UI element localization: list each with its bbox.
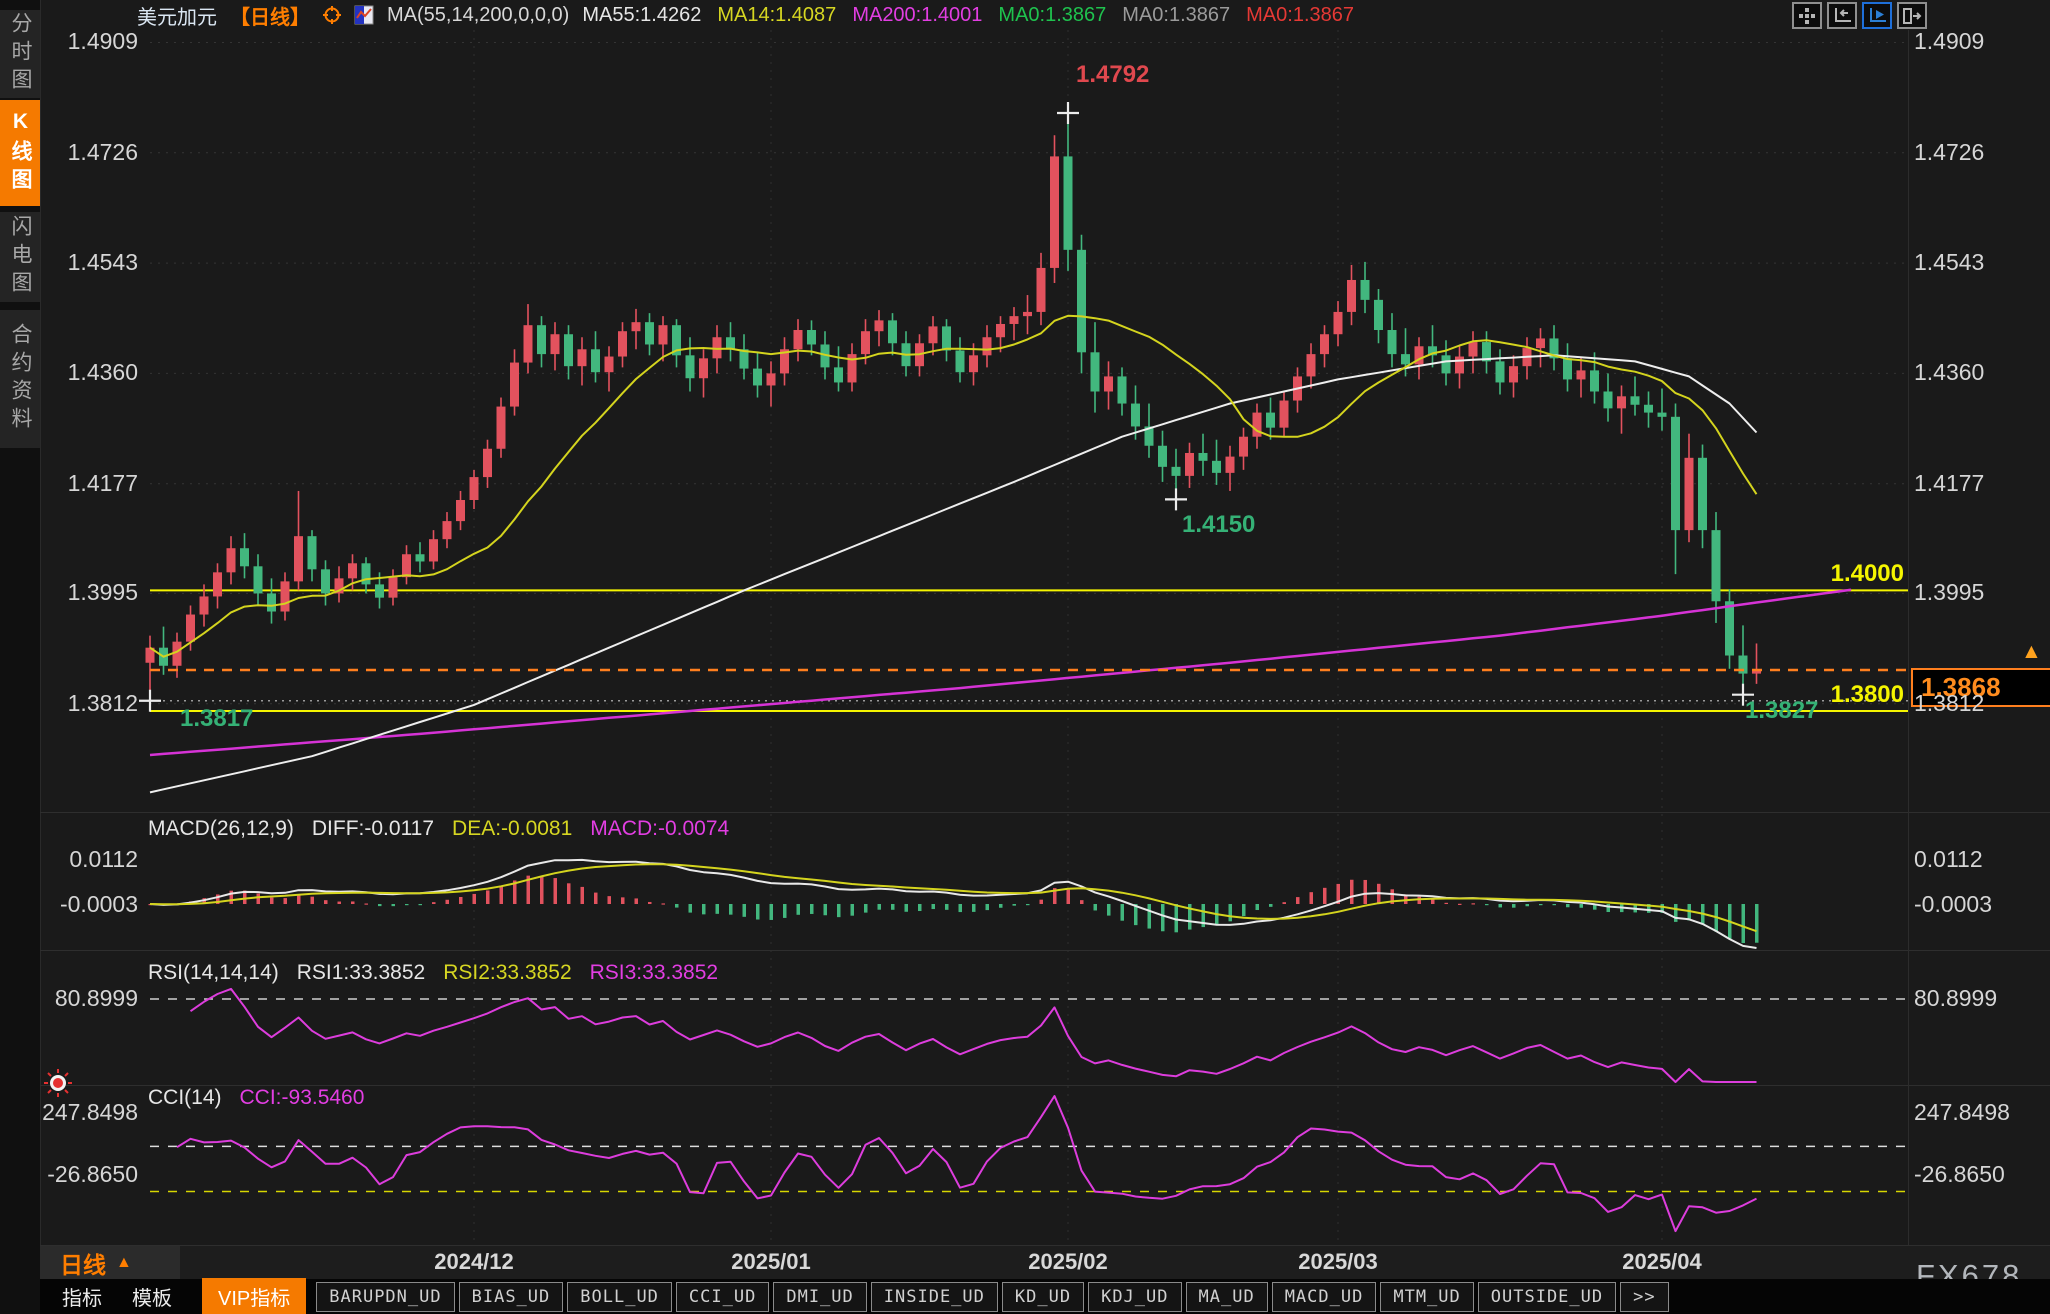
extreme-price-annotation: 1.4792 xyxy=(1076,61,1149,89)
live-record-icon xyxy=(40,1065,76,1101)
triangle-up-icon: ▲ xyxy=(116,1254,132,1272)
tab-more[interactable]: >> xyxy=(1620,1282,1668,1312)
indicator-tab-bar: 指标 模板 VIP指标 BARUPDN_UDBIAS_UDBOLL_UDCCI_UDD… xyxy=(40,1279,2050,1314)
rsi3-value: RSI3:33.3852 xyxy=(590,961,718,985)
level-price-label: 1.3800 xyxy=(1831,681,1904,709)
panel-divider xyxy=(40,812,2050,813)
price-tick-label: 1.3995 xyxy=(1914,579,1984,606)
tab-kdj_ud[interactable]: KDJ_UD xyxy=(1088,1282,1181,1312)
cci-axis-label: -26.8650 xyxy=(0,1161,138,1188)
period-selector-button[interactable]: 日线 ▲ xyxy=(40,1246,180,1279)
tab-indicator[interactable]: 指标 xyxy=(62,1282,102,1311)
price-tick-label: 1.4360 xyxy=(1914,359,1984,386)
price-tick-label: 1.4360 xyxy=(0,359,138,386)
tab-dmi_ud[interactable]: DMI_UD xyxy=(773,1282,866,1312)
rsi-axis-label: 80.8999 xyxy=(0,985,138,1012)
cci-axis-label: 247.8498 xyxy=(0,1099,138,1126)
price-tick-label: 1.4726 xyxy=(1914,139,1984,166)
macd-title: MACD(26,12,9) xyxy=(148,817,294,841)
cci-axis-label: -26.8650 xyxy=(1914,1161,2005,1188)
date-axis-label: 2025/03 xyxy=(1268,1249,1408,1275)
tab-barupdn_ud[interactable]: BARUPDN_UD xyxy=(316,1282,454,1312)
extreme-price-annotation: 1.3827 xyxy=(1745,697,1818,725)
rsi2-value: RSI2:33.3852 xyxy=(443,961,571,985)
panel-divider xyxy=(40,950,2050,951)
cci-axis-label: 247.8498 xyxy=(1914,1099,2010,1126)
tab-vip-indicator[interactable]: VIP指标 xyxy=(202,1278,306,1314)
price-tick-label: 1.3995 xyxy=(0,579,138,606)
price-tick-label: 1.4543 xyxy=(0,249,138,276)
rsi-axis-label: 80.8999 xyxy=(1914,985,1997,1012)
chart-application-window: 分时图K线图闪电图合约资料 美元加元 【日线】 MA(55,14,200,0,0… xyxy=(0,0,2050,1314)
price-up-arrow-icon[interactable]: ▲ xyxy=(2021,640,2042,664)
tab-bias_ud[interactable]: BIAS_UD xyxy=(459,1282,564,1312)
date-axis-label: 2024/12 xyxy=(404,1249,544,1275)
rsi-title: RSI(14,14,14) xyxy=(148,961,279,985)
rsi-panel-header: RSI(14,14,14) RSI1:33.3852 RSI2:33.3852 … xyxy=(148,961,718,985)
macd-panel-header: MACD(26,12,9) DIFF:-0.0117 DEA:-0.0081 M… xyxy=(148,817,729,841)
tab-cci_ud[interactable]: CCI_UD xyxy=(676,1282,769,1312)
tab-kd_ud[interactable]: KD_UD xyxy=(1002,1282,1084,1312)
candlestick-chart-canvas[interactable] xyxy=(0,0,2050,1314)
tab-ma_ud[interactable]: MA_UD xyxy=(1186,1282,1268,1312)
price-tick-label: 1.3812 xyxy=(0,690,138,717)
tab-macd_ud[interactable]: MACD_UD xyxy=(1272,1282,1377,1312)
cci-value: CCI:-93.5460 xyxy=(240,1086,365,1110)
date-axis-label: 2025/02 xyxy=(998,1249,1138,1275)
tab-boll_ud[interactable]: BOLL_UD xyxy=(567,1282,672,1312)
date-axis-label: 2025/04 xyxy=(1592,1249,1732,1275)
price-tick-label: 1.4909 xyxy=(0,28,138,55)
date-axis-label: 2025/01 xyxy=(701,1249,841,1275)
price-tick-label: 1.4726 xyxy=(0,139,138,166)
right-axis-divider xyxy=(1908,30,1909,1245)
level-price-label: 1.4000 xyxy=(1831,560,1904,588)
macd-dea-value: DEA:-0.0081 xyxy=(452,817,572,841)
macd-macd-value: MACD:-0.0074 xyxy=(590,817,729,841)
tab-inside_ud[interactable]: INSIDE_UD xyxy=(871,1282,998,1312)
price-tick-label: 1.4177 xyxy=(0,470,138,497)
cci-title: CCI(14) xyxy=(148,1086,222,1110)
macd-axis-label: 0.0112 xyxy=(0,846,138,873)
extreme-price-annotation: 1.3817 xyxy=(180,705,253,733)
tab-outside_ud[interactable]: OUTSIDE_UD xyxy=(1478,1282,1616,1312)
tab-template[interactable]: 模板 xyxy=(132,1282,172,1311)
cci-panel-header: CCI(14) CCI:-93.5460 xyxy=(148,1086,364,1110)
macd-axis-label: 0.0112 xyxy=(1914,846,1983,873)
tab-mtm_ud[interactable]: MTM_UD xyxy=(1380,1282,1473,1312)
price-tick-label: 1.3812 xyxy=(1914,690,1984,717)
macd-diff-value: DIFF:-0.0117 xyxy=(312,817,434,841)
macd-axis-label: -0.0003 xyxy=(0,891,138,918)
price-tick-label: 1.4543 xyxy=(1914,249,1984,276)
price-tick-label: 1.4909 xyxy=(1914,28,1984,55)
extreme-price-annotation: 1.4150 xyxy=(1182,511,1255,539)
price-tick-label: 1.4177 xyxy=(1914,470,1984,497)
rsi1-value: RSI1:33.3852 xyxy=(297,961,425,985)
period-label: 日线 xyxy=(60,1246,106,1280)
macd-axis-label: -0.0003 xyxy=(1914,891,1992,918)
